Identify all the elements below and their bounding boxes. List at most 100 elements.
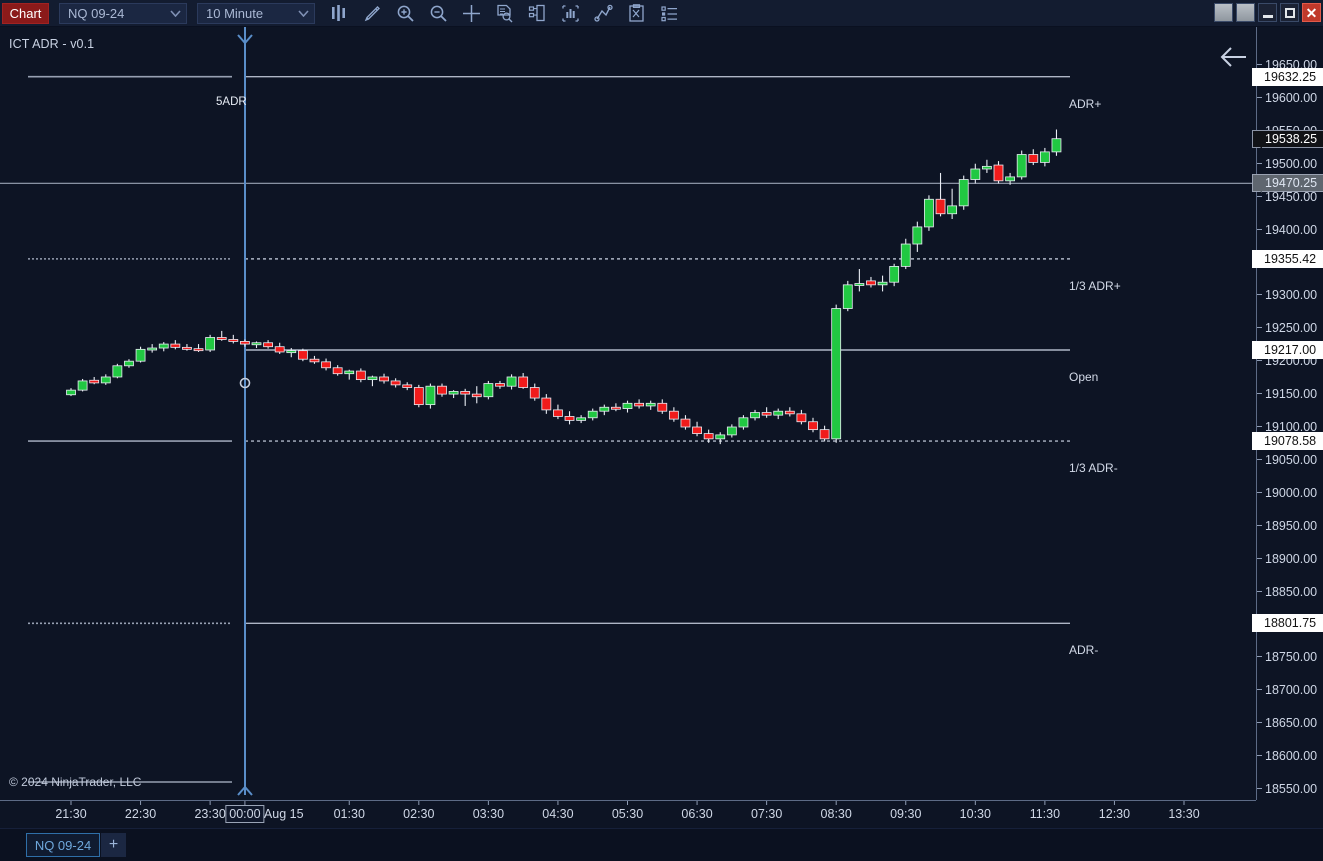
instrument-selector-value: NQ 09-24 (60, 6, 164, 21)
price-callout-value: 19470.25 (1265, 176, 1317, 190)
time-tick: 05:30 (612, 807, 643, 821)
time-tick: 02:30 (403, 807, 434, 821)
price-tick: 18650.00 (1257, 716, 1323, 730)
price-tick-value: 18700.00 (1265, 683, 1317, 697)
tick-mark (1257, 459, 1262, 460)
chart-toolbar: Chart NQ 09-24 10 Minute (0, 0, 1323, 27)
price-tick: 19150.00 (1257, 387, 1323, 401)
restore-up-button[interactable] (1236, 3, 1255, 22)
time-tick: 22:30 (125, 807, 156, 821)
price-callout-19078-58: 19078.58 (1252, 432, 1323, 450)
price-callout-19470-25: 19470.25 (1252, 174, 1323, 192)
adr-marker-label: 5ADR (216, 96, 247, 108)
price-tick-value: 19400.00 (1265, 223, 1317, 237)
time-tick-date: Aug 15 (264, 807, 304, 821)
price-callout-value: 19217.00 (1264, 343, 1316, 357)
price-tick: 18850.00 (1257, 585, 1323, 599)
price-callout-19217-00: 19217.00 (1252, 341, 1323, 359)
price-axis[interactable]: 19650.0019600.0019550.0019500.0019450.00… (1256, 27, 1323, 800)
indicators-icon[interactable] (560, 3, 580, 23)
chart-template-icon[interactable] (527, 3, 547, 23)
close-button[interactable]: ✕ (1302, 3, 1321, 22)
crosshair-icon[interactable] (461, 3, 481, 23)
level-label-adr: ADR+ (1069, 97, 1101, 111)
period-selector-value: 10 Minute (198, 6, 292, 21)
price-tick: 19050.00 (1257, 453, 1323, 467)
tick-mark (1257, 196, 1262, 197)
tick-mark (1257, 788, 1262, 789)
tick-mark (1257, 393, 1262, 394)
tab-nq-09-24[interactable]: NQ 09-24 (26, 833, 100, 857)
price-callout-value: 19078.58 (1264, 434, 1316, 448)
price-tick: 19250.00 (1257, 321, 1323, 335)
tick-mark (1257, 229, 1262, 230)
callout-arrow-icon (1252, 341, 1261, 359)
tick-mark (1257, 64, 1262, 65)
price-callout-19632-25: 19632.25 (1252, 68, 1323, 86)
tick-mark (1257, 97, 1262, 98)
tick-mark (1257, 294, 1262, 295)
time-tick: 03:30 (473, 807, 504, 821)
ninjatrader-chart-window: Chart NQ 09-24 10 Minute (0, 0, 1323, 861)
toolbar-icons (329, 3, 679, 23)
strategies-icon[interactable] (593, 3, 613, 23)
time-tick: 07:30 (751, 807, 782, 821)
callout-arrow-icon (1252, 432, 1261, 450)
price-callout-value: 19355.42 (1264, 252, 1316, 266)
time-axis[interactable]: 21:30 22:30 23:3000:00Aug 15 01:30 02:30 03:3… (0, 800, 1256, 828)
tick-mark (1257, 755, 1262, 756)
pencil-draw-icon[interactable] (362, 3, 382, 23)
price-tick-value: 18600.00 (1265, 749, 1317, 763)
price-tick: 19600.00 (1257, 91, 1323, 105)
candlestick-canvas (0, 27, 1256, 800)
time-tick: 01:30 (334, 807, 365, 821)
callout-arrow-icon (1252, 68, 1261, 86)
price-tick-value: 18750.00 (1265, 650, 1317, 664)
chevron-down-icon (292, 4, 314, 23)
price-tick-value: 19500.00 (1265, 157, 1317, 171)
tick-mark (1257, 360, 1262, 361)
instrument-selector[interactable]: NQ 09-24 (59, 3, 187, 24)
list-icon[interactable] (659, 3, 679, 23)
tick-mark (1257, 327, 1262, 328)
chevron-down-icon (164, 4, 186, 23)
tick-mark (1257, 525, 1262, 526)
level-label-1-3-adr: 1/3 ADR- (1069, 461, 1118, 475)
data-series-icon[interactable] (494, 3, 514, 23)
price-callout-value: 19538.25 (1265, 132, 1317, 146)
chart-plot[interactable] (0, 27, 1256, 800)
level-label-open: Open (1069, 370, 1098, 384)
price-tick: 18700.00 (1257, 683, 1323, 697)
price-callout-value: 19632.25 (1264, 70, 1316, 84)
time-tick: 06:30 (681, 807, 712, 821)
zoom-out-icon[interactable] (428, 3, 448, 23)
add-tab-button[interactable]: + (101, 833, 126, 857)
chart-area: ICT ADR - v0.1 © 2024 NinjaTrader, LLC 5… (0, 27, 1323, 828)
scroll-back-arrow-icon[interactable] (1216, 44, 1250, 70)
time-tick: 23:30 (194, 807, 225, 821)
time-tick-highlighted: 00:00 (225, 805, 264, 823)
time-tick: 21:30 (55, 807, 86, 821)
callout-arrow-icon (1252, 250, 1261, 268)
minimize-button[interactable] (1258, 3, 1277, 22)
tick-mark (1257, 689, 1262, 690)
price-tick: 18550.00 (1257, 782, 1323, 796)
price-tick-value: 18550.00 (1265, 782, 1317, 796)
zoom-in-icon[interactable] (395, 3, 415, 23)
maximize-button[interactable] (1280, 3, 1299, 22)
price-tick-value: 19300.00 (1265, 288, 1317, 302)
tick-mark (1257, 492, 1262, 493)
period-selector[interactable]: 10 Minute (197, 3, 315, 24)
price-tick-value: 18650.00 (1265, 716, 1317, 730)
window-controls: ✕ (1214, 3, 1321, 22)
properties-icon[interactable] (626, 3, 646, 23)
bar-type-icon[interactable] (329, 3, 349, 23)
time-tick: 12:30 (1099, 807, 1130, 821)
price-callout-19538-25: 19538.25 (1252, 130, 1323, 148)
price-tick-value: 19600.00 (1265, 91, 1317, 105)
chart-menu-button[interactable]: Chart (2, 3, 49, 24)
tick-mark (1257, 558, 1262, 559)
time-tick: 11:30 (1030, 807, 1060, 821)
price-tick: 19500.00 (1257, 157, 1323, 171)
restore-down-button[interactable] (1214, 3, 1233, 22)
